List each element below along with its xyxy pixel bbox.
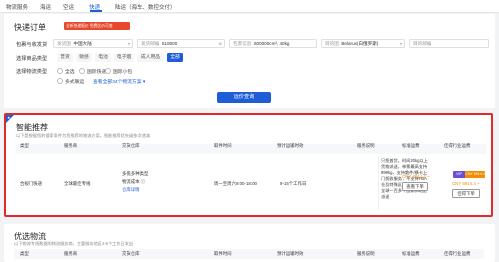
destination-country-select[interactable]: 目的国 Belarus(白俄罗斯) ▾: [321, 39, 405, 48]
col-provider: 服务商: [64, 143, 78, 148]
nav-item-logistics[interactable]: 物流服务: [6, 3, 28, 11]
col3-type: 类型: [20, 251, 29, 256]
top-nav: 物流服务 海运 空运 快递 陆运（海车、数控交付）: [0, 0, 499, 13]
row-member-price: CNY 8914.4 ~: [452, 181, 480, 186]
nav-active-underline: [90, 10, 102, 12]
goods-chip-ecig[interactable]: 电子烟: [114, 53, 134, 62]
promo-badge-text: 全新快递报价 免费比价可查: [66, 24, 113, 28]
preferred-logistics-card: 优选物流 以下物流专线数据的物流服务商，主要服务地区4-5个工作日发出: [4, 224, 495, 262]
origin-country-select[interactable]: 发货国 中国大陆 ▾: [53, 39, 133, 48]
row-label-parcel: 包裹与收发货: [16, 42, 48, 48]
col3-service-desc: 服务说明: [357, 251, 375, 256]
vip-price-pill: VIP CNY 8914.4 ~: [453, 171, 485, 183]
col-warehouse: 交货仓库: [122, 143, 140, 148]
goods-chip-battery[interactable]: 电池: [95, 53, 111, 62]
member-order-button[interactable]: 佳得下单: [452, 189, 480, 198]
row-transit-time: 9-15个工作日: [280, 181, 307, 186]
standard-order-button[interactable]: 查看下单: [402, 182, 428, 191]
view-all-plans-link[interactable]: 查看全部34个物流方案 ▾: [93, 78, 145, 85]
star-icon: ★: [7, 115, 11, 120]
smart-subtitle: 以下是根据您的搜索条件为您推荐的物流方案，智能推荐优先级依次递减: [16, 133, 151, 138]
col3-provider: 服务商: [64, 251, 78, 256]
destination-zip-input[interactable]: 目的邮编: [409, 39, 489, 48]
row-label-goods: 选择商品类型: [16, 56, 48, 62]
radio-intl-express[interactable]: [79, 68, 85, 74]
nav-item-sea[interactable]: 海运: [40, 3, 51, 11]
origin-zip-placeholder: 发货邮编: [141, 41, 160, 46]
desc-divider: [378, 156, 379, 210]
row-pickup-time: 周一至周六9:00-18:00: [214, 181, 257, 186]
col-pickup: 取件时间: [214, 143, 232, 148]
radio-label-select-all: 全选: [65, 70, 75, 75]
row-provider: 全球最佳专线: [64, 181, 91, 186]
origin-value: 中国大陆: [73, 41, 92, 46]
col-transit: 预计运输时效: [277, 143, 304, 148]
origin-zip-input[interactable]: 发货邮编 518000 ⊗: [137, 39, 225, 48]
row-type: 合规门快递: [20, 181, 42, 186]
chevron-down-icon: ▾: [399, 41, 402, 46]
dest-zip-placeholder: 目的邮编: [413, 41, 432, 46]
radio-label-intl-express: 国际快递: [87, 70, 107, 75]
warehouse-detail-link[interactable]: 仓库详情: [122, 187, 140, 193]
smart-title: 智能推荐: [16, 123, 48, 132]
nav-item-air[interactable]: 空运: [63, 3, 74, 11]
col3-standard-price: 标准运费: [402, 251, 420, 256]
origin-zip-value: 518000: [161, 41, 178, 46]
col-service-desc: 服务说明: [357, 143, 375, 148]
rate-query-button[interactable]: 运价查询: [217, 92, 271, 103]
col3-member-price: 佳得行业运费: [444, 251, 471, 256]
radio-intl-packet[interactable]: [105, 68, 111, 74]
dest-placeholder: 目的国: [325, 41, 339, 46]
goods-chip-adult[interactable]: 成人用品: [137, 53, 164, 62]
radio-label-intl-packet: 国际小包: [113, 70, 133, 75]
col-type: 类型: [20, 143, 29, 148]
radio-multimodal[interactable]: [57, 78, 63, 84]
preferred-subtitle: 以下物流专线数据的物流服务商，主要服务地区4-5个工作日发出: [14, 241, 134, 246]
goods-chip-all[interactable]: 全部: [167, 53, 183, 62]
row-standard-price: CNY 8914.4 ~: [402, 174, 430, 179]
row-label-logistics-type: 选择物流类型: [16, 69, 48, 75]
nav-item-land[interactable]: 陆运（海车、数控交付）: [115, 3, 176, 11]
col3-transit: 预计运输时效: [277, 251, 304, 256]
chevron-down-icon: ▾: [127, 41, 130, 46]
row-service-desc: 只揽普货，时间20kg以上货物派送，单票最高支持999kg，支持散件/横卡上门揽…: [381, 158, 428, 199]
radio-label-multimodal: 多式联运: [65, 80, 85, 85]
col3-pickup: 取件时间: [214, 251, 232, 256]
goods-chip-general[interactable]: 普货: [57, 53, 73, 62]
parcel-info-input[interactable]: 包裹信息 600000cm³, 40kg: [229, 39, 317, 48]
parcel-value: 600000cm³, 40kg: [253, 41, 290, 46]
col3-warehouse: 交货仓库: [122, 251, 140, 256]
quick-order-title: 快递订单: [14, 23, 46, 32]
clear-icon[interactable]: ⊗: [219, 40, 222, 47]
dest-value: Belarus(白俄罗斯): [341, 41, 379, 46]
parcel-placeholder: 包裹信息: [233, 41, 252, 46]
origin-placeholder: 发货国: [57, 41, 71, 46]
radio-select-all[interactable]: [57, 68, 63, 74]
goods-chip-sensitive[interactable]: 敏感: [76, 53, 92, 62]
vip-tag: VIP: [453, 171, 465, 178]
col-standard-price: 标准运费: [402, 143, 420, 148]
vip-price: CNY 8914.4 ~: [465, 171, 485, 183]
row-warehouse-line2: 物流成本 ⓘ: [122, 179, 146, 184]
col-member-price: 佳得行业运费: [444, 143, 471, 148]
row-warehouse-line1: 多揽多种类型: [122, 171, 149, 176]
promo-badge: 全新快递报价 免费比价可查: [64, 22, 130, 30]
